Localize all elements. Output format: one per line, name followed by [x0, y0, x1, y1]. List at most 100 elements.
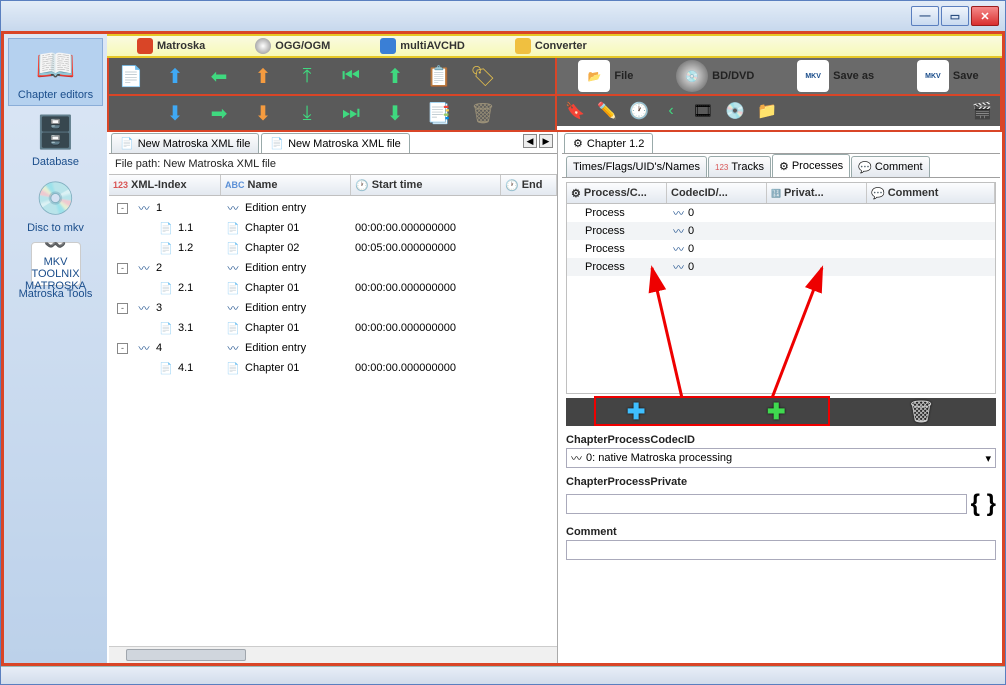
gear-icon: ⚙: [573, 137, 583, 150]
clock-icon[interactable]: 🕐: [627, 99, 651, 123]
disc-small-icon[interactable]: 💿: [723, 99, 747, 123]
menu-matroska[interactable]: Matroska: [137, 38, 205, 54]
toolbar-zone: 📄 ⬆ ⬅ ⬆ ⤒ ⏮ ⬆ 📋 🏷 ⬇ ➡ ⬇: [107, 58, 1002, 132]
subtab-times[interactable]: Times/Flags/UID's/Names: [566, 156, 707, 177]
tree-row[interactable]: -〰3〰Edition entry: [109, 298, 557, 318]
tree-row[interactable]: -〰2〰Edition entry: [109, 258, 557, 278]
tab-file-1[interactable]: 📄New Matroska XML file: [111, 133, 259, 153]
copy-icon[interactable]: 📑: [423, 97, 455, 129]
col-xml-index[interactable]: 123XML-Index: [109, 175, 221, 195]
film-icon[interactable]: 🎞: [691, 99, 715, 123]
move-up-icon[interactable]: ⬆: [247, 60, 279, 92]
chapter-icon: 📄: [225, 280, 241, 296]
codecid-dropdown[interactable]: 〰0: native Matroska processing ▾: [566, 448, 996, 468]
tree-row[interactable]: 📄1.2📄Chapter 0200:05:00.000000000: [109, 238, 557, 258]
insert-right-icon[interactable]: ➡: [203, 97, 235, 129]
mkv-save-icon: MKV: [797, 60, 829, 92]
subtab-processes[interactable]: ⚙Processes: [772, 154, 850, 177]
edit-icon[interactable]: ✏️: [595, 99, 619, 123]
save-button[interactable]: MKVSave: [917, 60, 979, 92]
tree-row[interactable]: 📄1.1📄Chapter 0100:00:00.000000000: [109, 218, 557, 238]
tree-row[interactable]: 📄3.1📄Chapter 0100:00:00.000000000: [109, 318, 557, 338]
expander-icon[interactable]: -: [117, 303, 128, 314]
clipboard-icon[interactable]: 📋: [423, 60, 455, 92]
xml-icon[interactable]: 📄: [115, 60, 147, 92]
col-end[interactable]: 🕐End: [501, 175, 557, 195]
process-row[interactable]: Process〰0: [567, 258, 995, 276]
trash-icon[interactable]: 🗑: [467, 97, 499, 129]
up-green-icon[interactable]: ⬆: [379, 60, 411, 92]
file-path-label: File path: New Matroska XML file: [109, 154, 557, 174]
clapper-icon[interactable]: 🎬: [970, 99, 994, 123]
move-down-icon[interactable]: ⬇: [247, 97, 279, 129]
tab-file-2[interactable]: 📄New Matroska XML file: [261, 133, 409, 153]
tree-row[interactable]: -〰4〰Edition entry: [109, 338, 557, 358]
sidebar-item-database[interactable]: 🗄️ Database: [8, 106, 103, 172]
expander-icon[interactable]: -: [117, 203, 128, 214]
edition-icon: 〰: [136, 200, 152, 216]
col-start[interactable]: 🕐Start time: [351, 175, 501, 195]
chapter-icon: 📄: [225, 240, 241, 256]
insert-left-icon[interactable]: ⬅: [203, 60, 235, 92]
subtab-comment[interactable]: 💬Comment: [851, 156, 929, 177]
col-comment[interactable]: 💬Comment: [867, 183, 995, 203]
horizontal-scrollbar[interactable]: [109, 646, 557, 663]
process-grid-body[interactable]: Process〰0Process〰0Process〰0Process〰0: [566, 204, 996, 394]
sidebar-item-matroska-tools[interactable]: 〰️ MKV TOOLNIX MATROSKA Matroska Tools: [8, 238, 103, 304]
maximize-button[interactable]: ▭: [941, 6, 969, 26]
process-row[interactable]: Process〰0: [567, 204, 995, 222]
bookmark-icon[interactable]: 🔖: [563, 99, 587, 123]
subtab-tracks[interactable]: 123Tracks: [708, 156, 771, 177]
tree-row[interactable]: 📄2.1📄Chapter 0100:00:00.000000000: [109, 278, 557, 298]
col-process[interactable]: ⚙Process/C...: [567, 183, 667, 203]
tree-row[interactable]: -〰1〰Edition entry: [109, 198, 557, 218]
delete-process-button[interactable]: 🗑: [907, 399, 935, 425]
chapter-tree[interactable]: -〰1〰Edition entry📄1.1📄Chapter 0100:00:00…: [109, 196, 557, 646]
num-icon: 123: [113, 180, 128, 190]
sidebar-item-chapter-editors[interactable]: 📖 Chapter editors: [8, 38, 103, 106]
minimize-button[interactable]: —: [911, 6, 939, 26]
tab-chapter[interactable]: ⚙Chapter 1.2: [564, 133, 653, 153]
col-private[interactable]: 🔢Privat...: [767, 183, 867, 203]
chapter-icon: 📄: [225, 320, 241, 336]
menu-multiavchd[interactable]: multiAVCHD: [380, 38, 465, 54]
col-name[interactable]: ABCName: [221, 175, 351, 195]
move-bottom-icon[interactable]: ⤓: [291, 97, 323, 129]
tag-icon[interactable]: 🏷: [467, 60, 499, 92]
clock-icon: 🕐: [505, 179, 519, 192]
tree-row[interactable]: 📄4.1📄Chapter 0100:00:00.000000000: [109, 358, 557, 378]
insert-down-icon[interactable]: ⬇: [159, 97, 191, 129]
first-icon[interactable]: ⏮: [335, 60, 367, 92]
sidebar-label: Chapter editors: [18, 89, 93, 101]
check-icon[interactable]: ‹: [659, 99, 683, 123]
braces-icon[interactable]: { }: [971, 490, 996, 518]
expander-icon[interactable]: -: [117, 263, 128, 274]
col-codecid[interactable]: CodecID/...: [667, 183, 767, 203]
bddvd-button[interactable]: 💿BD/DVD: [676, 60, 754, 92]
private-input[interactable]: [566, 494, 967, 514]
add-process-blue-button[interactable]: ✚: [627, 399, 645, 425]
insert-up-icon[interactable]: ⬆: [159, 60, 191, 92]
process-row[interactable]: Process〰0: [567, 222, 995, 240]
mkv-logo-icon: 〰️ MKV TOOLNIX MATROSKA: [31, 242, 81, 286]
add-process-green-button[interactable]: ✚: [767, 399, 785, 425]
toolbar-secondary: 🔖 ✏️ 🕐 ‹ 🎞 💿 📁 🎬: [557, 94, 1000, 126]
menu-ogg[interactable]: OGG/OGM: [255, 38, 330, 54]
property-tabs: Times/Flags/UID's/Names 123Tracks ⚙Proce…: [562, 154, 1000, 178]
close-button[interactable]: ✕: [971, 6, 999, 26]
last-icon[interactable]: ⏭: [335, 97, 367, 129]
move-top-icon[interactable]: ⤒: [291, 60, 323, 92]
settings-folder-icon[interactable]: 📁: [755, 99, 779, 123]
comment-icon: 💬: [858, 161, 872, 174]
sidebar-item-disc-to-mkv[interactable]: 💿 Disc to mkv: [8, 172, 103, 238]
menu-converter[interactable]: Converter: [515, 38, 587, 54]
tab-prev-button[interactable]: ◀: [523, 134, 537, 148]
scrollbar-thumb[interactable]: [126, 649, 246, 661]
expander-icon[interactable]: -: [117, 343, 128, 354]
tab-next-button[interactable]: ▶: [539, 134, 553, 148]
save-as-button[interactable]: MKVSave as: [797, 60, 874, 92]
comment-input[interactable]: [566, 540, 996, 560]
down-green-icon[interactable]: ⬇: [379, 97, 411, 129]
file-button[interactable]: 📂File: [578, 60, 633, 92]
process-row[interactable]: Process〰0: [567, 240, 995, 258]
